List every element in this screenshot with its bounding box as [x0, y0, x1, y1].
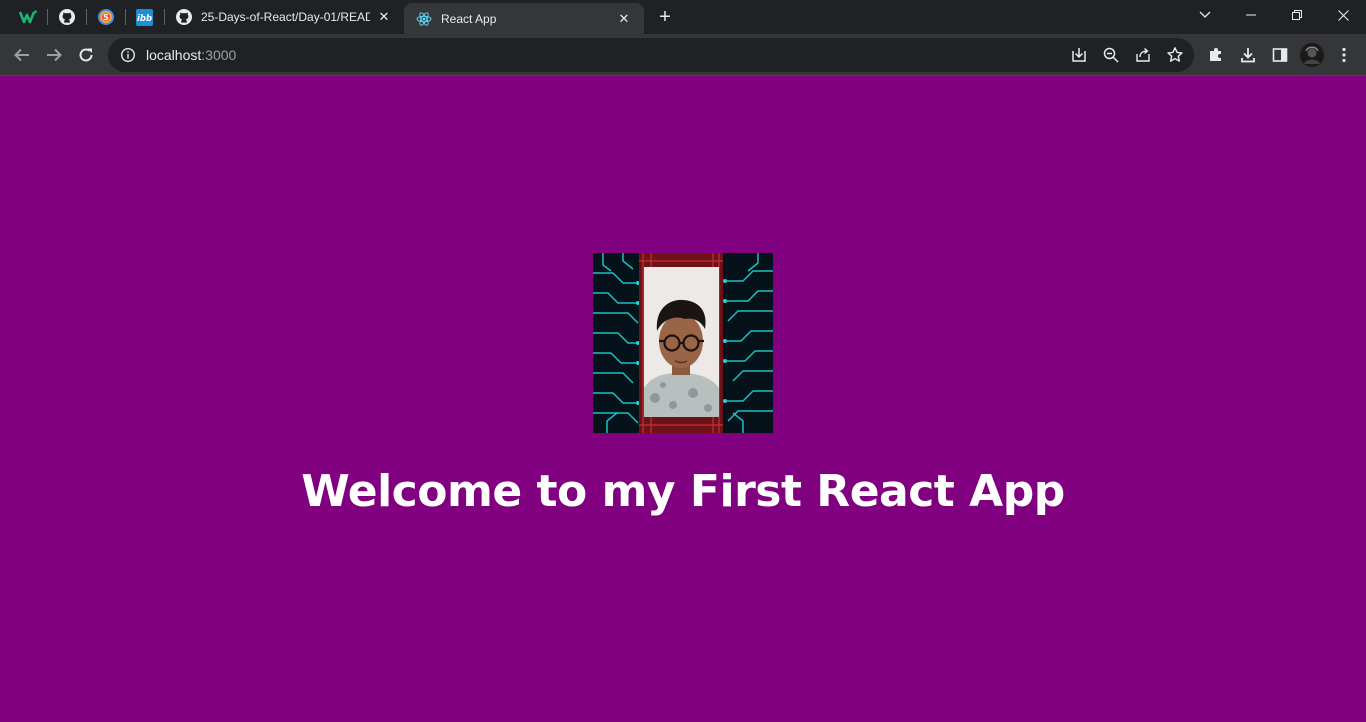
react-icon — [416, 11, 432, 27]
browser-toolbar: localhost:3000 — [0, 34, 1366, 76]
pinned-tab-ibb[interactable]: ibb — [125, 0, 164, 34]
page-content: Welcome to my First React App — [0, 77, 1366, 722]
share-icon[interactable] — [1131, 43, 1155, 67]
forward-arrow-icon — [47, 48, 62, 62]
restore-icon — [1292, 10, 1302, 20]
page-title: Welcome to my First React App — [301, 466, 1065, 517]
close-tab-icon[interactable]: ✕ — [376, 9, 392, 25]
pinned-tab-github[interactable] — [47, 0, 86, 34]
close-tab-icon[interactable]: ✕ — [616, 11, 632, 27]
install-app-icon[interactable] — [1067, 43, 1091, 67]
site-info-icon[interactable] — [110, 38, 146, 72]
forward-button[interactable] — [38, 39, 70, 71]
extensions-button[interactable] — [1200, 39, 1232, 71]
back-arrow-icon — [14, 48, 29, 62]
profile-image — [593, 253, 773, 433]
puzzle-icon — [1210, 48, 1221, 61]
url-port: :3000 — [201, 47, 237, 63]
tab-title: React App — [441, 11, 497, 26]
s-icon: S — [97, 9, 114, 25]
profile-button[interactable] — [1296, 39, 1328, 71]
pinned-tab-w[interactable] — [8, 0, 47, 34]
bookmark-star-icon[interactable] — [1163, 43, 1187, 67]
minimize-button[interactable] — [1228, 0, 1274, 30]
side-panel-button[interactable] — [1264, 39, 1296, 71]
close-icon — [1337, 9, 1349, 21]
tab-title: 25-Days-of-React/Day-01/README.md — [201, 10, 370, 24]
reload-icon — [79, 48, 93, 62]
restore-button[interactable] — [1274, 0, 1320, 30]
close-window-button[interactable] — [1320, 0, 1366, 30]
side-panel-icon — [1272, 48, 1288, 62]
ibb-label: ibb — [137, 14, 152, 24]
tab-strip: S ibb 25-Days-of-React/Day-01/README.md … — [0, 0, 1366, 34]
back-button[interactable] — [6, 39, 38, 71]
tab-react-app[interactable]: React App ✕ — [404, 3, 644, 34]
kebab-menu-icon — [1342, 47, 1346, 63]
url-text: localhost:3000 — [146, 47, 236, 63]
downloads-button[interactable] — [1232, 39, 1264, 71]
tab-search-button[interactable] — [1182, 0, 1228, 30]
download-icon — [1241, 48, 1255, 63]
tab-readme[interactable]: 25-Days-of-React/Day-01/README.md ✕ — [164, 0, 404, 34]
github-icon — [58, 9, 75, 25]
pinned-tab-s[interactable]: S — [86, 0, 125, 34]
w-icon — [18, 10, 37, 24]
address-bar[interactable]: localhost:3000 — [108, 38, 1194, 72]
new-tab-button[interactable]: + — [653, 5, 677, 29]
reload-button[interactable] — [70, 39, 102, 71]
svg-text:S: S — [103, 13, 109, 22]
menu-button[interactable] — [1328, 39, 1360, 71]
url-host: localhost — [146, 47, 202, 63]
minimize-icon — [1246, 14, 1256, 16]
github-icon — [176, 9, 192, 25]
chevron-down-icon — [1199, 11, 1211, 18]
avatar — [1300, 43, 1324, 67]
ibb-icon: ibb — [136, 8, 153, 26]
zoom-icon[interactable] — [1099, 43, 1123, 67]
